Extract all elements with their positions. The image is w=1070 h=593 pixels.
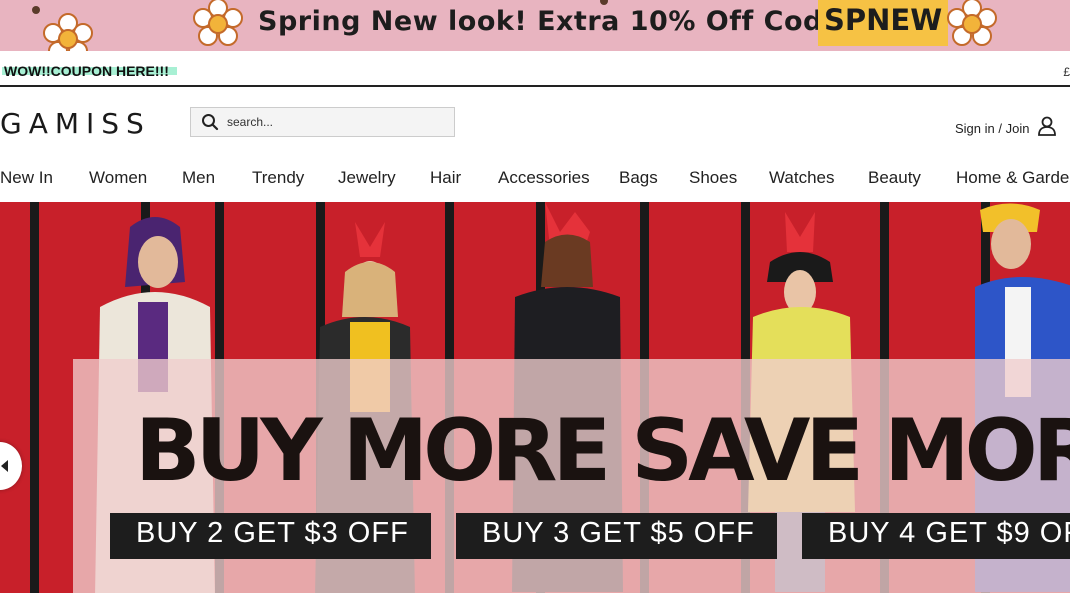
decor-dot <box>600 0 608 5</box>
site-logo[interactable]: GAMISS <box>0 107 151 140</box>
user-icon[interactable] <box>1037 116 1057 136</box>
nav-item-jewelry[interactable]: Jewelry <box>338 168 396 188</box>
flower-decoration-icon <box>43 13 93 51</box>
coupon-link[interactable]: WOW!!COUPON HERE!!! <box>2 63 177 79</box>
hero-headline: BUY MORE SAVE MORE <box>135 401 1070 501</box>
chevron-left-icon <box>1 460 8 472</box>
carousel-prev-button[interactable] <box>0 442 22 490</box>
nav-item-bags[interactable]: Bags <box>619 168 658 188</box>
promo-code: SPNEW <box>818 0 949 46</box>
coupon-strip: WOW!!COUPON HERE!!! £ <box>0 51 1070 87</box>
nav-item-home-garden[interactable]: Home & Garden <box>956 168 1070 188</box>
currency-selector[interactable]: £ <box>1063 65 1070 79</box>
nav-item-beauty[interactable]: Beauty <box>868 168 921 188</box>
nav-item-new-in[interactable]: New In <box>0 168 53 188</box>
flower-decoration-icon <box>193 0 243 46</box>
nav-item-trendy[interactable]: Trendy <box>252 168 304 188</box>
decor-dot <box>32 6 40 14</box>
offer-tag[interactable]: BUY 4 GET $9 OFF <box>802 513 1070 559</box>
nav-item-men[interactable]: Men <box>182 168 215 188</box>
nav-item-watches[interactable]: Watches <box>769 168 835 188</box>
promo-text: Spring New look! Extra 10% Off Code: <box>258 6 853 37</box>
offer-tag[interactable]: BUY 3 GET $5 OFF <box>456 513 777 559</box>
promo-banner[interactable]: Spring New look! Extra 10% Off Code: SPN… <box>0 0 1070 51</box>
search-box[interactable] <box>190 107 455 137</box>
hero-banner[interactable]: BUY MORE SAVE MORE BUY 2 GET $3 OFF BUY … <box>0 202 1070 593</box>
offer-tag[interactable]: BUY 2 GET $3 OFF <box>110 513 431 559</box>
nav-item-hair[interactable]: Hair <box>430 168 461 188</box>
flower-decoration-icon <box>947 0 997 46</box>
main-nav: New In Women Men Trendy Jewelry Hair Acc… <box>0 168 1070 192</box>
search-icon[interactable] <box>201 113 219 131</box>
nav-item-shoes[interactable]: Shoes <box>689 168 737 188</box>
signin-link[interactable]: Sign in / Join <box>955 121 1029 136</box>
search-input[interactable] <box>227 115 447 129</box>
nav-item-accessories[interactable]: Accessories <box>498 168 590 188</box>
nav-item-women[interactable]: Women <box>89 168 147 188</box>
